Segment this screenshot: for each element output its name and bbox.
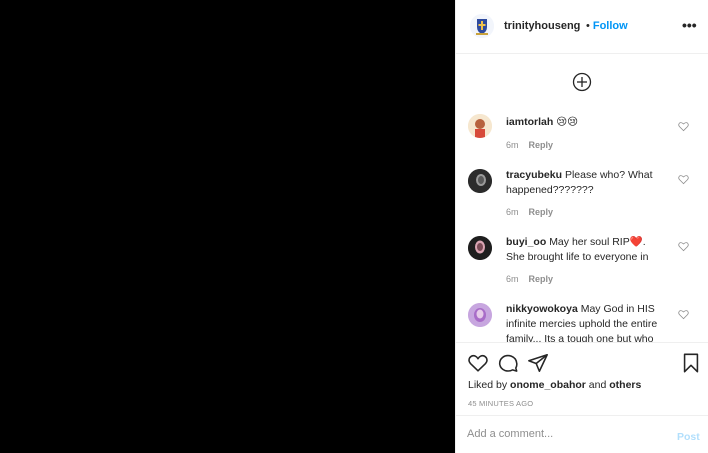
load-more-comments-icon[interactable] bbox=[572, 72, 592, 92]
follow-separator: • bbox=[586, 20, 590, 32]
add-comment-input[interactable] bbox=[467, 424, 657, 444]
bookmark-icon[interactable] bbox=[680, 352, 702, 374]
comment-username[interactable]: nikkyowokoya bbox=[506, 303, 578, 315]
comment-text: nikkyowokoya May God in HIS infinite mer… bbox=[506, 302, 666, 342]
like-comment-icon[interactable] bbox=[678, 121, 689, 132]
comment-icon[interactable] bbox=[497, 352, 519, 374]
post-comment-button[interactable]: Post bbox=[677, 431, 700, 443]
post-panel: trinityhouseng • Follow ••• iamtorlah 😢😢 … bbox=[455, 0, 708, 453]
post-media[interactable] bbox=[0, 0, 455, 453]
comment-body: 😢😢 bbox=[556, 116, 579, 128]
commenter-avatar[interactable] bbox=[468, 169, 492, 193]
commenter-avatar[interactable] bbox=[468, 236, 492, 260]
liked-by-others[interactable]: others bbox=[609, 379, 641, 391]
owner-username[interactable]: trinityhouseng bbox=[504, 20, 580, 32]
liked-by-prefix: Liked by bbox=[468, 379, 508, 391]
comment-text: buyi_oo May her soul RIP❤️. She brought … bbox=[506, 235, 666, 265]
like-comment-icon[interactable] bbox=[678, 241, 689, 252]
commenter-avatar[interactable] bbox=[468, 303, 492, 327]
follow-label[interactable]: Follow bbox=[593, 20, 628, 32]
heart-icon[interactable] bbox=[467, 352, 489, 374]
comment-meta: 6m Reply bbox=[506, 274, 553, 284]
share-icon[interactable] bbox=[527, 352, 549, 374]
post-header: trinityhouseng • Follow ••• bbox=[456, 0, 708, 54]
owner-avatar[interactable] bbox=[470, 14, 494, 38]
post-timestamp[interactable]: 45 MINUTES AGO bbox=[468, 399, 533, 408]
like-comment-icon[interactable] bbox=[678, 309, 689, 320]
comment-text: tracyubeku Please who? What happened????… bbox=[506, 168, 666, 198]
liked-by-text: Liked by onome_obahor and others bbox=[468, 379, 641, 391]
like-comment-icon[interactable] bbox=[678, 174, 689, 185]
comment-meta: 6m Reply bbox=[506, 140, 553, 150]
reply-button[interactable]: Reply bbox=[529, 274, 554, 284]
add-comment-bar: Post bbox=[456, 415, 708, 453]
comment-username[interactable]: buyi_oo bbox=[506, 236, 546, 248]
comment-username[interactable]: tracyubeku bbox=[506, 169, 562, 181]
comment-meta: 6m Reply bbox=[506, 207, 553, 217]
comment-text: iamtorlah 😢😢 bbox=[506, 115, 666, 130]
commenter-avatar[interactable] bbox=[468, 114, 492, 138]
comment-username[interactable]: iamtorlah bbox=[506, 116, 553, 128]
more-options-icon[interactable]: ••• bbox=[682, 17, 697, 33]
reply-button[interactable]: Reply bbox=[529, 207, 554, 217]
liked-by-user[interactable]: onome_obahor bbox=[510, 379, 586, 391]
reply-button[interactable]: Reply bbox=[529, 140, 554, 150]
comment-time: 6m bbox=[506, 140, 519, 150]
follow-button[interactable]: • Follow bbox=[586, 20, 628, 32]
comment-time: 6m bbox=[506, 274, 519, 284]
comment-time: 6m bbox=[506, 207, 519, 217]
liked-by-and: and bbox=[588, 379, 607, 391]
